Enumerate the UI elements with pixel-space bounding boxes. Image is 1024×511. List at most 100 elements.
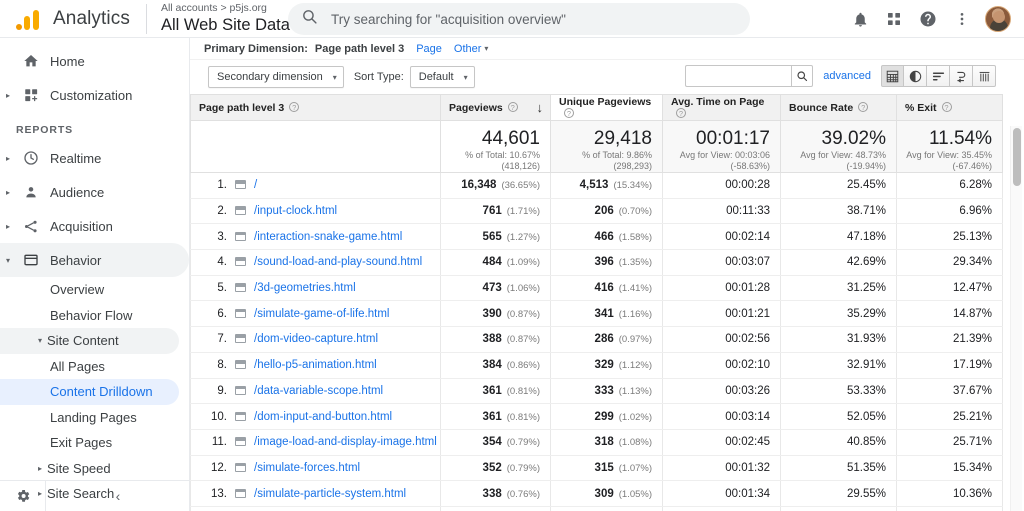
table-row[interactable]: 12. /simulate-forces.html 352 (0.79%) 315 (1.…: [190, 455, 1003, 482]
chevron-left-icon[interactable]: ‹: [46, 488, 189, 504]
sidebar-item-realtime[interactable]: ▸ Realtime: [0, 141, 189, 175]
find-button[interactable]: [791, 65, 814, 87]
sidebar-item-site-speed[interactable]: ▸ Site Speed: [0, 456, 179, 482]
primary-dimension-other-link[interactable]: Other: [454, 43, 482, 55]
bar-icon[interactable]: [927, 65, 950, 87]
column-header-page-path[interactable]: Page path level 3?: [190, 94, 441, 121]
help-icon[interactable]: ?: [507, 101, 518, 112]
bell-icon[interactable]: [843, 2, 877, 36]
help-icon[interactable]: ?: [676, 107, 686, 118]
table-row[interactable]: 13. /simulate-particle-system.html 338 (0.7…: [190, 480, 1003, 507]
summary-bounce-rate-sub1: Avg for View: 48.73%: [800, 150, 886, 160]
table-vertical-scrollbar[interactable]: [1010, 126, 1022, 511]
row-index: 8.: [217, 359, 227, 372]
table-row[interactable]: 1. / 16,348 (36.65%) 4,513 (15.34%) 00:00:28 25…: [190, 172, 1003, 199]
column-header-bounce-rate[interactable]: Bounce Rate?: [780, 94, 897, 121]
row-page-link[interactable]: /simulate-forces.html: [254, 462, 360, 474]
table-body: 44,601 % of Total: 10.67% (418,126) 29,4…: [190, 120, 1003, 511]
row-avg-time-value: 00:03:07: [725, 256, 770, 269]
row-exit: 6.28%: [896, 172, 1003, 199]
sidebar-item-landing-pages[interactable]: Landing Pages: [0, 405, 179, 431]
help-icon[interactable]: ?: [289, 101, 300, 112]
global-search[interactable]: [288, 3, 750, 35]
column-header-avg-time-on-page[interactable]: Avg. Time on Page?: [662, 94, 781, 121]
chevron-right-icon[interactable]: ▸: [0, 154, 16, 163]
table-row[interactable]: 14./hello-p5-simple-shapes.html333(0.75%…: [190, 506, 1003, 511]
advanced-link[interactable]: advanced: [823, 70, 871, 82]
table-header-row: Page path level 3? Pageviews? ↓ Unique P…: [190, 94, 1003, 121]
row-page-link[interactable]: /input-clock.html: [254, 205, 337, 217]
row-avg-time: 00:01:28: [662, 275, 781, 302]
sidebar-item-behavior-flow[interactable]: Behavior Flow: [0, 303, 179, 329]
help-icon[interactable]: [911, 2, 945, 36]
chevron-down-icon[interactable]: ▾: [484, 44, 488, 53]
table-row[interactable]: 7. /dom-video-capture.html 388 (0.87%) 286 (0…: [190, 326, 1003, 353]
gear-icon[interactable]: [0, 488, 45, 504]
search-input[interactable]: [329, 10, 750, 28]
sidebar-item-audience[interactable]: ▸ Audience: [0, 175, 189, 209]
row-pageviews-value: 390: [482, 307, 502, 320]
chevron-down-icon[interactable]: ▾: [38, 336, 42, 345]
primary-dimension-page-link[interactable]: Page: [416, 43, 442, 55]
row-page-link[interactable]: /image-load-and-display-image.html: [254, 436, 437, 448]
table-row[interactable]: 6./simulate-game-of-life.html 390 (0.87%) 3…: [190, 300, 1003, 328]
find-input[interactable]: [685, 65, 792, 87]
table-row[interactable]: 10. /dom-input-and-button.html 361 (0.81%) 2…: [190, 403, 1003, 430]
pivot-icon[interactable]: [973, 65, 996, 87]
scrollbar-thumb[interactable]: [1013, 128, 1021, 186]
row-page-link[interactable]: /dom-input-and-button.html: [254, 411, 392, 423]
row-page-link[interactable]: /sound-load-and-play-sound.html: [254, 256, 422, 268]
help-icon[interactable]: ?: [941, 101, 952, 112]
column-header-unique-pageviews[interactable]: Unique Pageviews?: [550, 94, 663, 121]
top-bar-icons: [843, 0, 1016, 38]
sort-type-select[interactable]: Default ▾: [409, 66, 475, 88]
row-exit: 29.34%: [896, 249, 1003, 276]
table-row[interactable]: 8. /hello-p5-animation.html 384 (0.86%) 329 (…: [190, 352, 1003, 379]
sidebar-item-customization[interactable]: ▸ Customization: [0, 78, 189, 112]
sidebar-item-overview[interactable]: Overview: [0, 277, 179, 303]
column-header-pageviews[interactable]: Pageviews? ↓: [440, 94, 551, 121]
table-row[interactable]: 4. /sound-load-and-play-sound.html 484 (1.0…: [190, 249, 1003, 276]
sidebar-item-all-pages[interactable]: All Pages: [0, 354, 179, 380]
sidebar-item-site-content[interactable]: ▾ Site Content: [0, 328, 179, 354]
apps-grid-icon[interactable]: [877, 2, 911, 36]
user-avatar[interactable]: [985, 6, 1011, 32]
table-icon[interactable]: [881, 65, 904, 87]
secondary-dimension-select[interactable]: Secondary dimension ▾: [208, 66, 344, 88]
help-icon[interactable]: ?: [564, 107, 574, 118]
row-page-link[interactable]: /3d-geometries.html: [254, 282, 356, 294]
table-row[interactable]: 9. /data-variable-scope.html 361 (0.81%) 333…: [190, 378, 1003, 405]
sort-descending-icon[interactable]: ↓: [537, 100, 544, 115]
row-page-link[interactable]: /simulate-game-of-life.html: [254, 308, 389, 320]
sidebar-item-home[interactable]: Home: [0, 44, 189, 78]
chevron-down-icon[interactable]: ▾: [0, 256, 16, 265]
row-page-link[interactable]: /data-variable-scope.html: [254, 385, 383, 397]
chevron-right-icon[interactable]: ▸: [0, 222, 16, 231]
sidebar-item-acquisition[interactable]: ▸ Acquisition: [0, 209, 189, 243]
chevron-right-icon[interactable]: ▸: [0, 91, 16, 100]
row-page-link[interactable]: /hello-p5-animation.html: [254, 359, 377, 371]
account-selector[interactable]: All accounts > p5js.org All Web Site Dat…: [161, 2, 301, 35]
pie-icon[interactable]: [904, 65, 927, 87]
row-page-link[interactable]: /interaction-snake-game.html: [254, 231, 402, 243]
sidebar-item-exit-pages[interactable]: Exit Pages: [0, 430, 179, 456]
row-page-link[interactable]: /dom-video-capture.html: [254, 333, 378, 345]
chevron-right-icon[interactable]: ▸: [0, 188, 16, 197]
row-page-link[interactable]: /: [254, 179, 257, 191]
more-vertical-icon[interactable]: [945, 2, 979, 36]
table-row[interactable]: 5. /3d-geometries.html 473 (1.06%) 416 (1.41%…: [190, 275, 1003, 302]
summary-avg-time-value: 00:01:17: [696, 128, 770, 149]
row-page-link[interactable]: /simulate-particle-system.html: [254, 488, 406, 500]
sidebar-item-behavior[interactable]: ▾ Behavior: [0, 243, 189, 277]
row-bounce-rate-value: 25.45%: [846, 179, 886, 192]
row-unique-pageviews-percent: (0.70%): [618, 206, 652, 218]
chevron-right-icon[interactable]: ▸: [38, 464, 42, 473]
sidebar-item-content-drilldown[interactable]: Content Drilldown: [0, 379, 179, 405]
table-row[interactable]: 2. /input-clock.html 761 (1.71%) 206 (0.70%) 0…: [190, 198, 1003, 225]
table-row[interactable]: 3. /interaction-snake-game.html 565 (1.27%)…: [190, 223, 1003, 251]
row-unique-pageviews: 329 (1.12%): [550, 352, 663, 379]
comparison-icon[interactable]: [950, 65, 973, 87]
table-row[interactable]: 11./image-load-and-display-image.html 354…: [190, 429, 1003, 456]
help-icon[interactable]: ?: [858, 101, 869, 112]
column-header-exit[interactable]: % Exit?: [896, 94, 1003, 121]
